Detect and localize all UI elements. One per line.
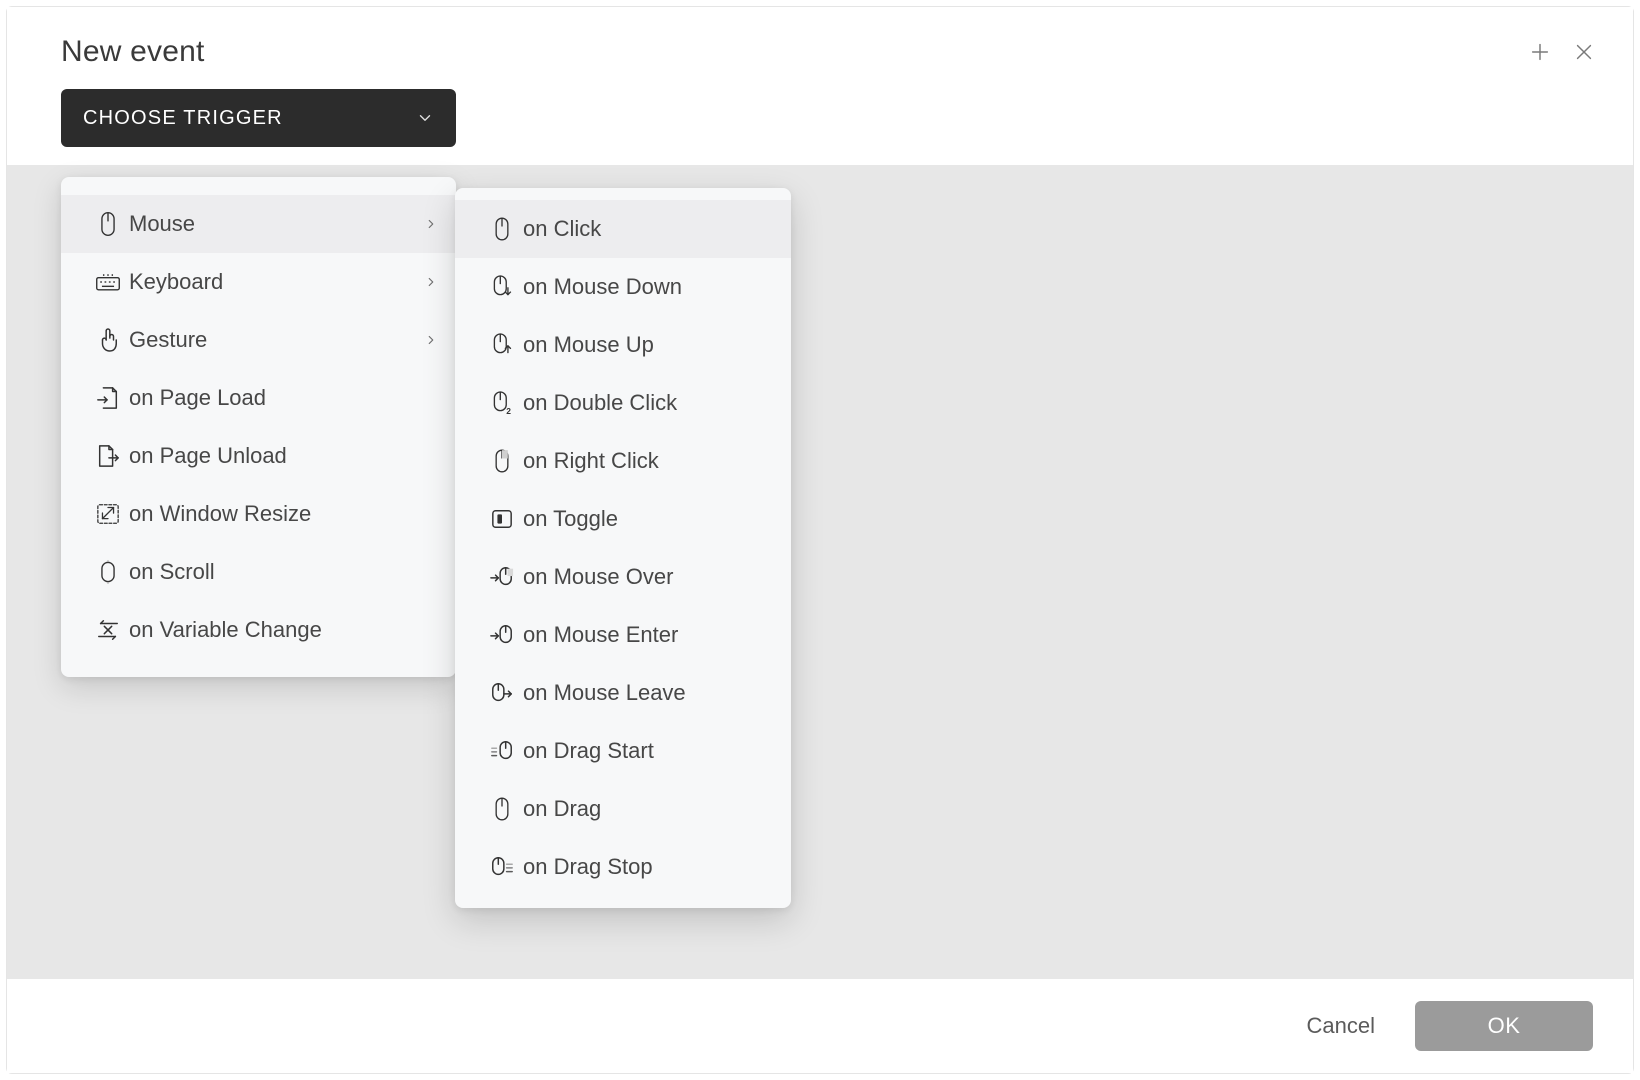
- chevron-right-icon: [424, 275, 438, 289]
- menu-item-label: Mouse: [129, 211, 424, 237]
- toggle-icon: [481, 508, 523, 530]
- mouse-right-icon: [481, 448, 523, 474]
- scroll-icon: [87, 559, 129, 585]
- mouse-down-icon: [481, 274, 523, 300]
- mouse-over-icon: [481, 565, 523, 589]
- menu-item-label: on Page Load: [129, 385, 438, 411]
- submenu-item-on-double-click[interactable]: 2 on Double Click: [455, 374, 791, 432]
- submenu-item-label: on Mouse Enter: [523, 622, 678, 648]
- submenu-item-label: on Right Click: [523, 448, 659, 474]
- submenu-item-on-drag[interactable]: on Drag: [455, 780, 791, 838]
- cancel-button[interactable]: Cancel: [1307, 1013, 1375, 1039]
- dialog-header: New event: [7, 7, 1633, 89]
- new-event-dialog: New event CHOOSE TRIGGER Mouse: [6, 6, 1634, 1074]
- trigger-dropdown: Mouse Keyboard Gesture: [61, 177, 456, 677]
- submenu-item-on-drag-start[interactable]: on Drag Start: [455, 722, 791, 780]
- chevron-down-icon: [416, 109, 434, 127]
- menu-item-keyboard[interactable]: Keyboard: [61, 253, 456, 311]
- submenu-item-label: on Mouse Up: [523, 332, 654, 358]
- submenu-item-label: on Drag Start: [523, 738, 654, 764]
- submenu-item-on-mouse-over[interactable]: on Mouse Over: [455, 548, 791, 606]
- window-resize-icon: [87, 502, 129, 526]
- svg-text:2: 2: [506, 406, 511, 416]
- menu-item-page-load[interactable]: on Page Load: [61, 369, 456, 427]
- mouse-leave-icon: [481, 681, 523, 705]
- menu-item-label: Keyboard: [129, 269, 424, 295]
- menu-item-variable-change[interactable]: on Variable Change: [61, 601, 456, 659]
- menu-item-page-unload[interactable]: on Page Unload: [61, 427, 456, 485]
- submenu-item-label: on Drag Stop: [523, 854, 653, 880]
- toolbar: CHOOSE TRIGGER: [7, 89, 1633, 165]
- submenu-item-on-mouse-leave[interactable]: on Mouse Leave: [455, 664, 791, 722]
- page-unload-icon: [87, 443, 129, 469]
- menu-item-gesture[interactable]: Gesture: [61, 311, 456, 369]
- submenu-item-label: on Mouse Down: [523, 274, 682, 300]
- submenu-item-on-drag-stop[interactable]: on Drag Stop: [455, 838, 791, 896]
- submenu-item-label: on Double Click: [523, 390, 677, 416]
- submenu-item-on-mouse-up[interactable]: on Mouse Up: [455, 316, 791, 374]
- submenu-item-label: on Mouse Leave: [523, 680, 686, 706]
- menu-item-label: on Window Resize: [129, 501, 438, 527]
- page-load-icon: [87, 385, 129, 411]
- menu-item-label: on Page Unload: [129, 443, 438, 469]
- submenu-item-on-toggle[interactable]: on Toggle: [455, 490, 791, 548]
- chevron-right-icon: [424, 217, 438, 231]
- choose-trigger-label: CHOOSE TRIGGER: [83, 107, 283, 130]
- submenu-item-label: on Click: [523, 216, 601, 242]
- submenu-item-on-mouse-enter[interactable]: on Mouse Enter: [455, 606, 791, 664]
- menu-item-window-resize[interactable]: on Window Resize: [61, 485, 456, 543]
- menu-item-label: on Scroll: [129, 559, 438, 585]
- mouse-dblclick-icon: 2: [481, 390, 523, 416]
- chevron-right-icon: [424, 333, 438, 347]
- close-icon[interactable]: [1573, 41, 1595, 63]
- mouse-enter-icon: [481, 623, 523, 647]
- submenu-item-on-mouse-down[interactable]: on Mouse Down: [455, 258, 791, 316]
- submenu-item-label: on Drag: [523, 796, 601, 822]
- menu-item-mouse[interactable]: Mouse: [61, 195, 456, 253]
- submenu-item-on-right-click[interactable]: on Right Click: [455, 432, 791, 490]
- add-icon[interactable]: [1529, 41, 1551, 63]
- gesture-icon: [87, 327, 129, 353]
- drag-start-icon: [481, 739, 523, 763]
- mouse-up-icon: [481, 332, 523, 358]
- variable-icon: [87, 618, 129, 642]
- choose-trigger-button[interactable]: CHOOSE TRIGGER: [61, 89, 456, 147]
- drag-icon: [481, 796, 523, 822]
- submenu-item-label: on Toggle: [523, 506, 618, 532]
- ok-button[interactable]: OK: [1415, 1001, 1593, 1051]
- submenu-item-on-click[interactable]: on Click: [455, 200, 791, 258]
- mouse-icon: [87, 211, 129, 237]
- dialog-title: New event: [61, 35, 205, 69]
- drag-stop-icon: [481, 855, 523, 879]
- mouse-click-icon: [481, 216, 523, 242]
- keyboard-icon: [87, 272, 129, 292]
- header-controls: [1529, 41, 1595, 63]
- submenu-item-label: on Mouse Over: [523, 564, 673, 590]
- menu-item-label: on Variable Change: [129, 617, 438, 643]
- dialog-footer: Cancel OK: [7, 979, 1633, 1073]
- mouse-submenu: on Click on Mouse Down on Mouse Up 2 on …: [455, 188, 791, 908]
- menu-item-label: Gesture: [129, 327, 424, 353]
- menu-item-scroll[interactable]: on Scroll: [61, 543, 456, 601]
